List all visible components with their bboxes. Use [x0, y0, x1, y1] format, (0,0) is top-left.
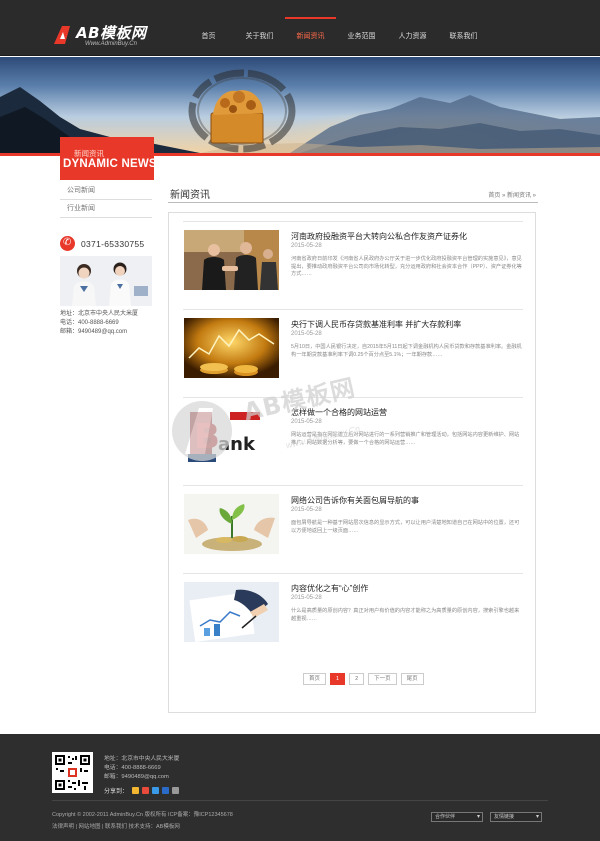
nav-item-news[interactable]: 新闻资讯: [285, 17, 336, 56]
footer-divider: [52, 800, 548, 801]
footer-phone: 电话：400-8888-6669: [104, 765, 161, 771]
news-date: 2015-05-28: [291, 243, 322, 249]
news-date: 2015-05-28: [291, 331, 322, 337]
logo-subtitle: Www.AdminBuy.Cn: [85, 41, 137, 47]
friend-links-select[interactable]: 友情链接: [490, 812, 542, 822]
site-logo[interactable]: AB模板网 Www.AdminBuy.Cn: [52, 22, 162, 52]
pager-page-2[interactable]: 2: [349, 673, 365, 685]
share-renren-icon[interactable]: [162, 787, 170, 794]
svg-text:ank: ank: [218, 434, 256, 455]
customer-service-photo: [60, 256, 152, 306]
footer-contact: 地址：北京市中央人民大米厦 电话：400-8888-6669 邮箱：949048…: [104, 755, 179, 782]
site-header: AB模板网 Www.AdminBuy.Cn 首页 关于我们 新闻资讯 业务范围 …: [0, 0, 600, 56]
news-summary: 河南省政府日前印发《河南省人民政府办公厅关于进一步优化政府投融资平台管理的实施意…: [291, 256, 522, 278]
footer-address: 地址：北京市中央人民大米厦: [104, 756, 180, 762]
share-qzone-icon[interactable]: [132, 787, 140, 794]
sidebar-contact: 0371-65330755 地址：北京市中央人民大米厦 电话：400-8888-…: [60, 234, 160, 337]
nav-item-home[interactable]: 首页: [183, 18, 234, 56]
sidebar-title-box: 新闻资讯 DYNAMIC NEWS: [60, 137, 157, 180]
list-item[interactable]: 网络公司告诉你有关面包屑导航的事 2015-05-28 面包屑导航是一种基于网站…: [169, 477, 537, 565]
news-thumbnail-plant[interactable]: [184, 494, 279, 554]
news-title[interactable]: 内容优化之有“心”创作: [291, 583, 368, 594]
seal-stamp-image: [210, 90, 264, 144]
sidebar-title-en: DYNAMIC NEWS: [63, 158, 157, 170]
news-summary: 网站运营是指在网站建立后对网站进行的一系列营销推广和管理活动，包括网站内容更新维…: [291, 432, 520, 446]
svg-text:B: B: [194, 417, 220, 457]
logo-a-icon: [54, 26, 70, 44]
main-nav: 首页 关于我们 新闻资讯 业务范围 人力资源 联系我们: [183, 17, 489, 56]
qr-code-image: [52, 752, 93, 793]
news-date: 2015-05-28: [291, 595, 322, 601]
news-title[interactable]: 河南政府投融资平台大转向公私合作友资产证券化: [291, 231, 467, 242]
list-item[interactable]: 央行下调人民币存贷款基准利率 并扩大存款利率 2015-05-28 5月10日，…: [169, 301, 537, 389]
news-date: 2015-05-28: [291, 507, 322, 513]
news-summary: 面包屑导航是一种基于网站层次信息的显示方式，可以让用户清楚地知道自己在网站中的位…: [291, 520, 520, 534]
nav-item-business[interactable]: 业务范围: [336, 18, 387, 56]
pager-next[interactable]: 下一页: [368, 673, 397, 685]
list-item[interactable]: B ank 怎样做一个合格的网站运营 2015-05-28 网站运营是指在网站建…: [169, 389, 537, 477]
nav-item-contact[interactable]: 联系我们: [438, 18, 489, 56]
news-title[interactable]: 网络公司告诉你有关面包屑导航的事: [291, 495, 419, 506]
list-item[interactable]: 内容优化之有“心”创作 2015-05-28 什么是高质量的原创内容？真正对用户…: [169, 565, 537, 653]
sidebar-item-company-news[interactable]: 公司新闻: [60, 182, 152, 200]
page-title: 新闻资讯: [170, 190, 210, 201]
news-thumbnail-bank[interactable]: B ank: [184, 406, 279, 466]
news-title[interactable]: 怎样做一个合格的网站运营: [291, 407, 387, 418]
copyright: Copyright © 2002-2011 AdminBuy.Cn 版权所有 I…: [52, 812, 233, 818]
title-divider: [168, 202, 538, 203]
sidebar-menu: 公司新闻 行业新闻: [60, 182, 152, 218]
share-bar: 分享到：: [104, 786, 180, 795]
nav-item-hr[interactable]: 人力资源: [387, 18, 438, 56]
pager-last[interactable]: 尾页: [400, 673, 424, 685]
footer-links[interactable]: 法律声明 | 网站地图 | 联系我们 技术支持：AB模板网: [52, 822, 180, 830]
news-summary: 5月10日，中国人民银行决定，自2015年5月11日起下调金融机构人民币贷款和存…: [291, 344, 522, 358]
contact-address: 地址：北京市中央人民大米厦: [60, 311, 139, 317]
news-summary: 什么是高质量的原创内容？真正对用户有价值的内容才能称之为高质量的原创内容，搜索引…: [291, 608, 520, 622]
pagination: 首页 1 2 下一页 尾页: [303, 673, 424, 685]
breadcrumb[interactable]: 首页 » 新闻资讯 »: [440, 190, 536, 199]
logo-text: AB模板网: [76, 24, 147, 42]
partner-select[interactable]: 合作伙伴: [431, 812, 483, 822]
news-list: 河南政府投融资平台大转向公私合作友资产证券化 2015-05-28 河南省政府日…: [168, 212, 536, 713]
news-title[interactable]: 央行下调人民币存贷款基准利率 并扩大存款利率: [291, 319, 461, 330]
footer-email: 邮箱：9490489@qq.com: [104, 774, 169, 780]
news-thumbnail-handshake[interactable]: [184, 230, 279, 290]
pager-first[interactable]: 首页: [303, 673, 327, 685]
news-date: 2015-05-28: [291, 419, 322, 425]
share-tqq-icon[interactable]: [152, 787, 160, 794]
nav-item-about[interactable]: 关于我们: [234, 18, 285, 56]
list-item[interactable]: 河南政府投融资平台大转向公私合作友资产证券化 2015-05-28 河南省政府日…: [169, 213, 537, 301]
pager-page-1[interactable]: 1: [330, 673, 346, 685]
news-thumbnail-writing[interactable]: [184, 582, 279, 642]
phone-number: 0371-65330755: [81, 239, 145, 249]
news-thumbnail-coins[interactable]: [184, 318, 279, 378]
sidebar-item-industry-news[interactable]: 行业新闻: [60, 200, 152, 218]
contact-phone: 电话：400-8888-6669: [60, 320, 119, 326]
share-label: 分享到：: [104, 789, 129, 795]
phone-icon: [60, 236, 75, 251]
site-footer: 地址：北京市中央人民大米厦 电话：400-8888-6669 邮箱：949048…: [0, 734, 600, 841]
contact-email: 邮箱：9490489@qq.com: [60, 329, 128, 335]
share-weibo-icon[interactable]: [142, 787, 150, 794]
share-more-icon[interactable]: [172, 787, 180, 794]
